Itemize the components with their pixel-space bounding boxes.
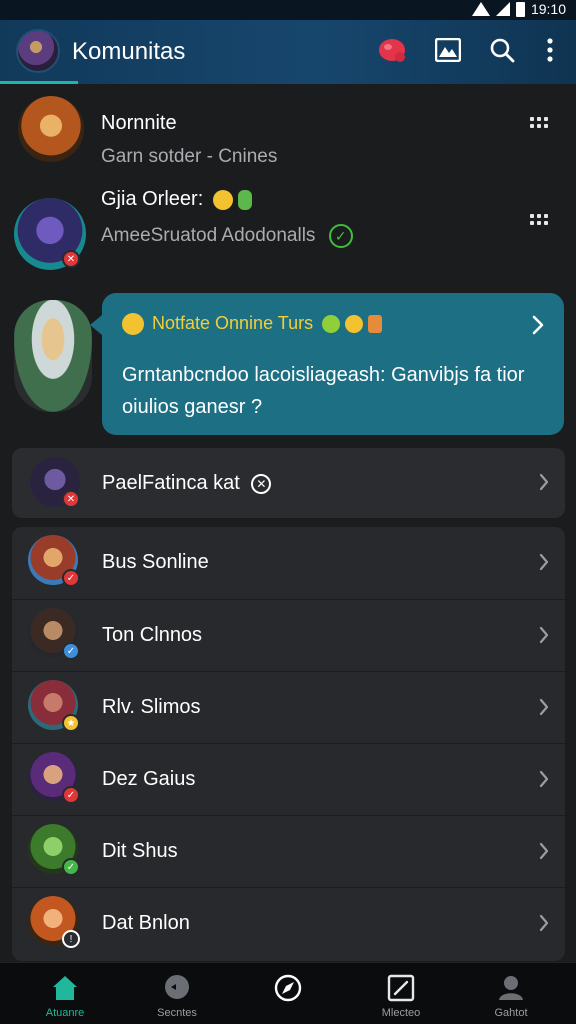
list-item-title: Ton Clnnos: [102, 624, 203, 646]
emoji-icon: [212, 189, 233, 210]
chevron-right-icon[interactable]: [539, 842, 549, 865]
more-vert-icon[interactable]: [532, 32, 568, 68]
feed-subtitle: AmeeSruatod Adodonalls: [101, 225, 316, 247]
feed-title-row: Gjia Orleer:: [101, 188, 253, 211]
notification-title-row: Notfate Onnine Turs: [152, 313, 383, 334]
list-item-title: PaelFatinca kat: [102, 472, 240, 494]
search-icon[interactable]: [484, 32, 520, 68]
feed-subtitle-row: AmeeSruatod Adodonalls ✓: [101, 224, 353, 248]
bottom-nav: Atuanre Secntes Mlecteo Gahtot: [0, 962, 576, 1024]
nav-label: Atuanre: [45, 1007, 85, 1019]
chevron-right-icon[interactable]: [539, 914, 549, 937]
cactus-icon: [238, 189, 253, 210]
status-badge: ✓: [62, 858, 80, 876]
list-item-title: Bus Sonline: [102, 551, 209, 573]
wifi-icon: [471, 2, 490, 16]
brain-icon[interactable]: [374, 32, 410, 68]
status-badge: ✕: [62, 490, 80, 508]
edit-icon: [386, 973, 416, 1003]
feed-item[interactable]: ✕ Gjia Orleer: AmeeSruatod Adodonalls ✓: [0, 180, 576, 280]
feed-title: Gjia Orleer:: [101, 188, 204, 210]
list-item-title-row: PaelFatinca kat ✕: [102, 472, 272, 495]
battery-icon: [515, 1, 525, 17]
chevron-right-icon[interactable]: [539, 698, 549, 721]
character-illustration: [14, 300, 92, 412]
feed-subtitle: Garn sotder - Cnines: [101, 146, 278, 167]
chevron-right-icon[interactable]: [539, 770, 549, 793]
list-item-title: Dit Shus: [102, 840, 178, 862]
nav-label: Secntes: [157, 1007, 197, 1019]
app-bar: Komunitas: [0, 20, 576, 84]
list-item-title: Rlv. Slimos: [102, 696, 201, 718]
gallery-icon[interactable]: [430, 32, 466, 68]
list-item[interactable]: ✓ Dez Gaius: [12, 744, 565, 816]
nav-explore[interactable]: [233, 963, 343, 1024]
notification-card[interactable]: Notfate Onnine Turs Grntanbcndoo lacoisl…: [90, 293, 564, 435]
notification-message: Grntanbcndoo lacoisliageash: Ganvibjs fa…: [122, 364, 525, 418]
close-circle-icon: ✕: [251, 473, 272, 494]
alert-icon: [122, 313, 144, 335]
grid-menu-icon[interactable]: [530, 214, 550, 228]
emoji-icon: [345, 315, 364, 334]
profile-icon: [496, 973, 526, 1003]
list-item[interactable]: ✓ Dit Shus: [12, 816, 565, 888]
status-badge: !: [62, 930, 80, 948]
status-badge: ✓: [62, 786, 80, 804]
list-item-title: Dat Bnlon: [102, 912, 190, 934]
status-badge: ★: [62, 714, 80, 732]
list-item[interactable]: ✓ Bus Sonline: [12, 527, 565, 599]
nav-chats[interactable]: Secntes: [122, 963, 232, 1024]
avatar: [18, 96, 84, 162]
list-item-title: Dez Gaius: [102, 768, 196, 790]
signal-icon: [495, 2, 510, 16]
list-item[interactable]: ✓ Ton Clnnos: [12, 600, 565, 672]
grid-menu-icon[interactable]: [530, 117, 550, 131]
emoji-icon: [322, 315, 341, 334]
chevron-right-icon[interactable]: [539, 626, 549, 649]
status-bar: 19:10: [0, 0, 576, 20]
page-title: Komunitas: [72, 38, 186, 65]
feed-item[interactable]: Nornnite Garn sotder - Cnines: [0, 86, 576, 176]
check-icon: ✓: [328, 224, 353, 248]
chevron-right-icon[interactable]: [539, 553, 549, 576]
status-badge: ✕: [62, 250, 80, 268]
home-icon: [50, 973, 80, 1003]
nav-label: Mlecteo: [381, 1007, 421, 1019]
active-tab-indicator: [0, 81, 78, 84]
feed-title: Nornnite: [101, 112, 177, 134]
list-item[interactable]: ★ Rlv. Slimos: [12, 672, 565, 744]
nav-profile[interactable]: Gahtot: [456, 963, 566, 1024]
status-badge: ✓: [62, 569, 80, 587]
nav-create[interactable]: Mlecteo: [346, 963, 456, 1024]
list-item[interactable]: ! Dat Bnlon: [12, 888, 565, 960]
community-avatar[interactable]: [16, 29, 60, 73]
gift-icon: [368, 315, 383, 334]
list-card[interactable]: ✕ PaelFatinca kat ✕: [12, 448, 565, 518]
status-time: 19:10: [530, 1, 566, 17]
status-badge: ✓: [62, 642, 80, 660]
chevron-right-icon[interactable]: [532, 315, 544, 340]
chat-icon: [162, 973, 192, 1003]
chevron-right-icon[interactable]: [539, 473, 549, 496]
compass-icon: [273, 973, 303, 1003]
nav-label: Gahtot: [494, 1007, 528, 1019]
notification-title: Notfate Onnine Turs: [152, 313, 314, 333]
nav-home[interactable]: Atuanre: [10, 963, 120, 1024]
